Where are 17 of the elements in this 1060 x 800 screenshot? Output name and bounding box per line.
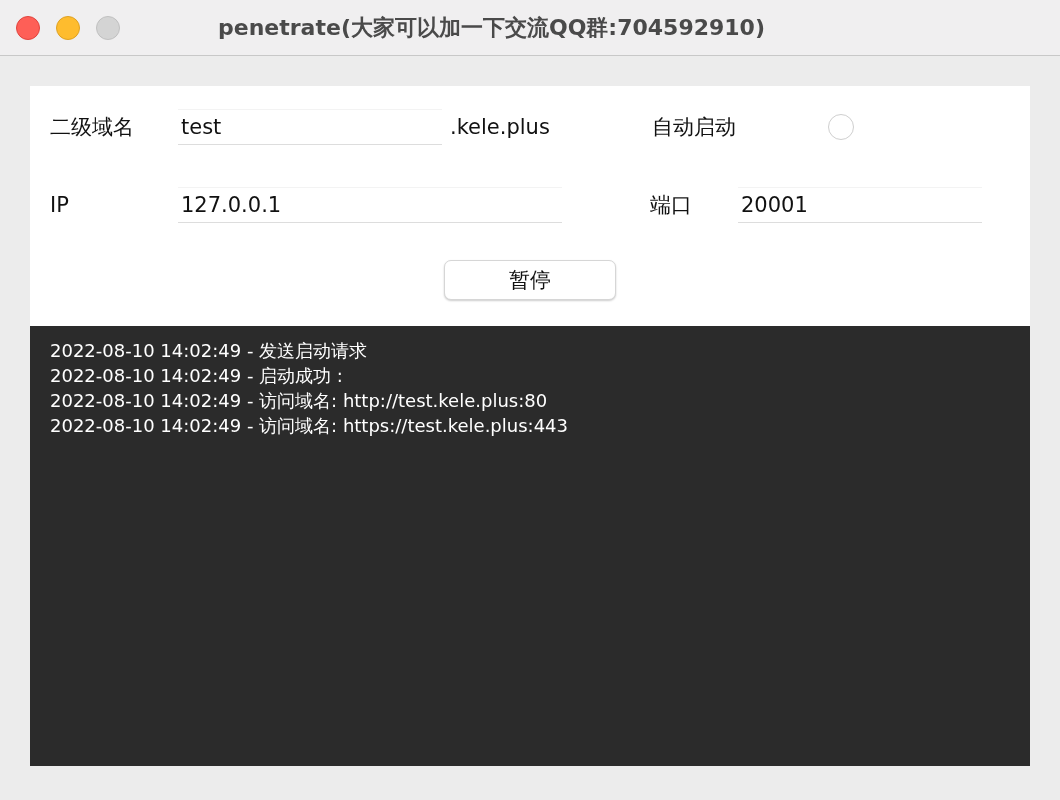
close-icon[interactable] [16,15,40,40]
subdomain-field[interactable]: test [178,109,442,145]
ip-label: IP [49,193,70,217]
autostart-label: 自动启动 [652,114,737,141]
log-line: 2022-08-10 14:02:49 - 访问域名: https://test.kele.plus:443 [50,414,569,438]
ip-field[interactable]: 127.0.0.1 [178,187,562,223]
port-label: 端口 [650,192,693,219]
minimize-icon[interactable] [56,15,80,40]
log-line: 2022-08-10 14:02:49 - 启动成功 : [50,364,344,388]
zoom-icon[interactable] [96,15,120,40]
log-line: 2022-08-10 14:02:49 - 发送启动请求 [50,339,369,363]
log-line: 2022-08-10 14:02:49 - 访问域名: http://test.kele.plus:80 [50,389,549,413]
subdomain-label: 二级域名 [49,114,135,141]
pause-button[interactable]: 暂停 [444,260,616,300]
domain-suffix: .kele.plus [450,115,551,139]
port-field[interactable]: 20001 [738,187,982,223]
window-title: penetrate(大家可以加一下交流QQ群:704592910) [218,13,765,42]
